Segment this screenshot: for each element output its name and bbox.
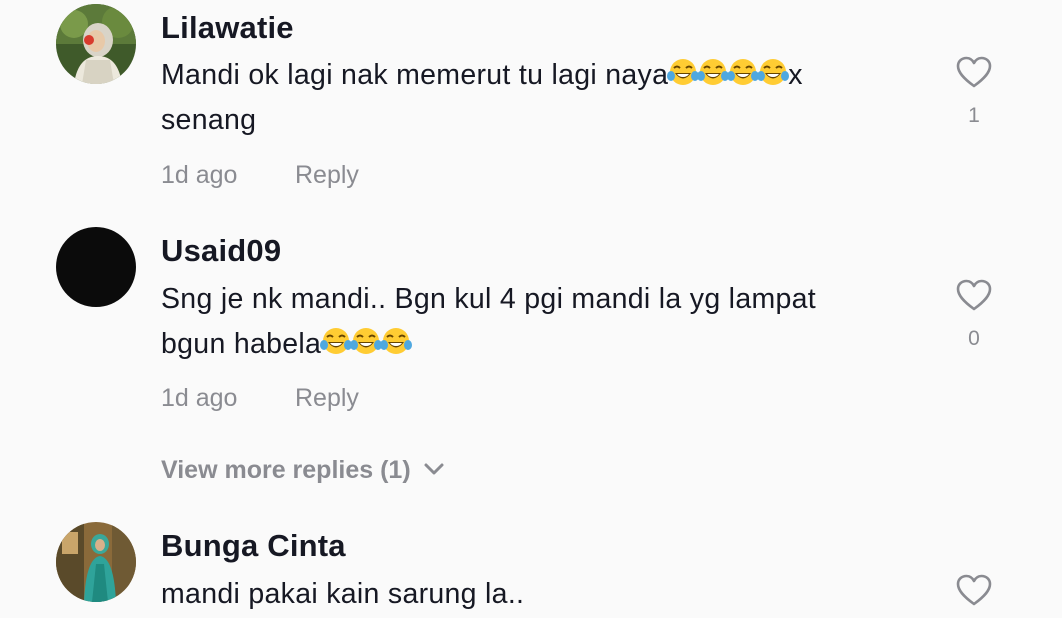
like-count: 1	[968, 104, 980, 127]
comment-timestamp: 1d ago	[161, 161, 238, 189]
comment-text-part: Sng je nk mandi.. Bgn kul 4 pgi mandi la…	[161, 283, 817, 315]
tears-of-joy-emoji-icon	[697, 59, 730, 85]
tears-of-joy-emoji-icon	[757, 59, 790, 85]
comment-text-part: mandi pakai kain sarung la..	[161, 578, 525, 610]
avatar[interactable]	[56, 522, 136, 602]
tears-of-joy-emoji-icon	[350, 328, 383, 354]
comment-text-part: bgun habela	[161, 328, 322, 360]
comment-text: Sng je nk mandi.. Bgn kul 4 pgi mandi la…	[161, 277, 901, 367]
comments-panel: Lilawatie Mandi ok lagi nak memerut tu l…	[0, 0, 1062, 618]
reply-button[interactable]: Reply	[295, 383, 359, 413]
chevron-down-icon	[424, 463, 444, 475]
comment-username[interactable]: Usaid09	[161, 233, 281, 269]
view-more-replies-label: View more replies (1)	[161, 456, 411, 484]
heart-outline-icon[interactable]	[955, 573, 993, 607]
reply-button[interactable]: Reply	[295, 160, 359, 190]
heart-outline-icon[interactable]	[955, 55, 993, 89]
comment-username[interactable]: Lilawatie	[161, 10, 294, 46]
avatar[interactable]	[56, 227, 136, 307]
comment-username[interactable]: Bunga Cinta	[161, 528, 346, 564]
like-count: 0	[968, 327, 980, 350]
tears-of-joy-emoji-icon	[727, 59, 760, 85]
comment-text-part: Mandi ok lagi nak memerut tu lagi naya	[161, 59, 669, 91]
avatar[interactable]	[56, 4, 136, 84]
tears-of-joy-emoji-icon	[667, 59, 700, 85]
like-control	[954, 573, 994, 607]
comment-text: mandi pakai kain sarung la..	[161, 572, 901, 617]
comment-text-part: senang	[161, 104, 257, 136]
tears-of-joy-emoji-icon	[320, 328, 353, 354]
comment-text-part: x	[788, 59, 803, 91]
view-more-replies-button[interactable]: View more replies (1)	[161, 455, 445, 485]
comment-text: Mandi ok lagi nak memerut tu lagi naya x …	[161, 53, 901, 143]
tears-of-joy-emoji-icon	[380, 328, 413, 354]
like-control: 1	[954, 55, 994, 128]
heart-outline-icon[interactable]	[955, 278, 993, 312]
like-control: 0	[954, 278, 994, 351]
comment-timestamp: 1d ago	[161, 384, 238, 412]
